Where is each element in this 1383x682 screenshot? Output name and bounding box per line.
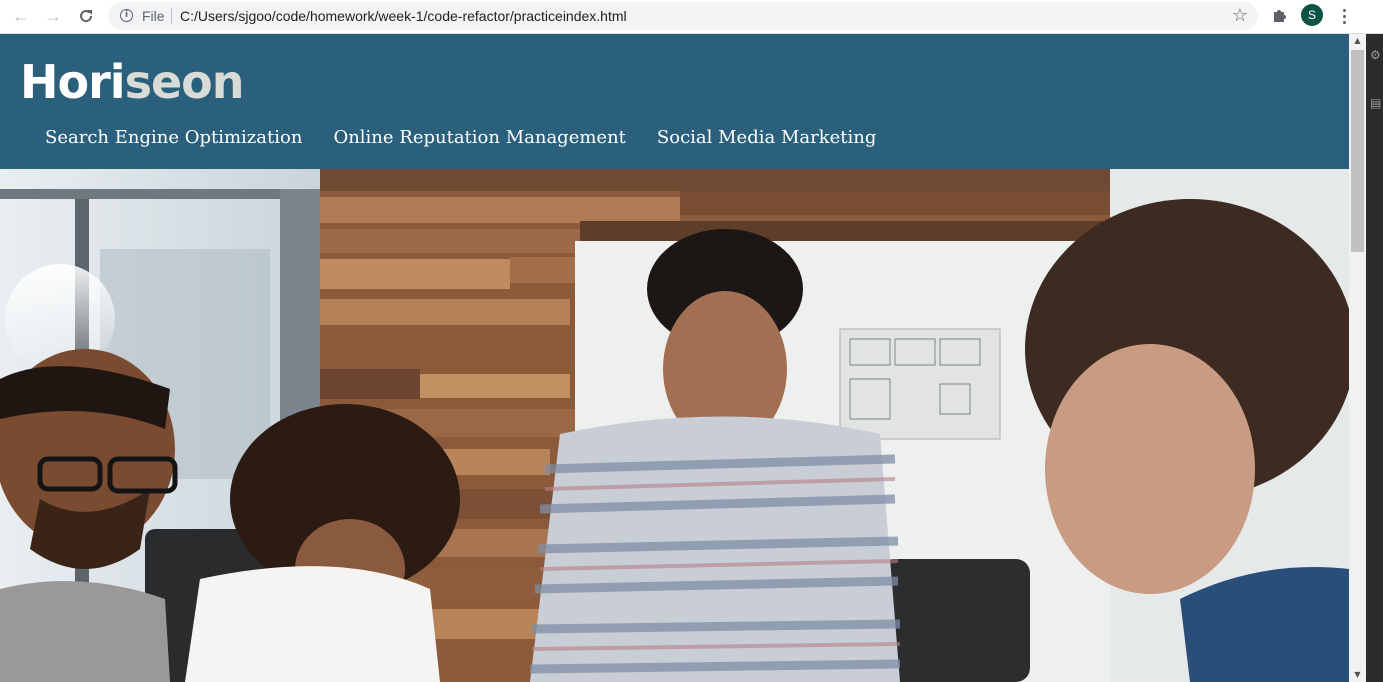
main-nav: Search Engine Optimization Online Reputa… [45,123,876,153]
browser-toolbar: ← → i File C:/Users/sjgoo/code/homework/… [0,0,1383,34]
hero-photo-illustration [0,169,1349,682]
logo-part-accent: seon [124,55,245,109]
scroll-down-arrow-icon[interactable]: ▼ [1349,668,1366,682]
nav-link-social-media[interactable]: Social Media Marketing [657,123,876,153]
kebab-menu-icon[interactable] [1334,6,1354,26]
reload-button[interactable] [73,4,99,28]
nav-link-seo[interactable]: Search Engine Optimization [45,123,302,153]
forward-button[interactable]: → [40,4,66,28]
star-icon[interactable]: ☆ [1232,5,1248,26]
side-panel-strip: ⚙ ▤ [1366,34,1383,682]
address-bar[interactable]: i File C:/Users/sjgoo/code/homework/week… [108,2,1258,30]
omnibox-divider [171,8,172,24]
site-header: Horiseon Search Engine Optimization Onli… [0,34,1349,169]
hero-image [0,169,1349,682]
arrow-right-icon: → [44,5,62,26]
url-text[interactable]: C:/Users/sjgoo/code/homework/week-1/code… [180,8,627,24]
nav-link-reputation[interactable]: Online Reputation Management [333,123,625,153]
logo-part-primary: Hori [20,55,126,109]
page-viewport: Horiseon Search Engine Optimization Onli… [0,34,1349,682]
gear-icon[interactable]: ⚙ [1370,48,1382,62]
panel-icon[interactable]: ▤ [1370,96,1382,110]
url-scheme-label: File [142,8,165,24]
arrow-left-icon: ← [12,5,30,26]
back-button[interactable]: ← [8,4,34,28]
profile-avatar[interactable]: S [1301,4,1323,26]
info-icon[interactable]: i [120,9,133,22]
page-scrollbar[interactable]: ▲ ▼ [1349,34,1366,682]
puzzle-icon[interactable] [1270,5,1290,25]
reload-icon [80,10,93,23]
scroll-up-arrow-icon[interactable]: ▲ [1349,34,1366,48]
site-logo: Horiseon [20,52,244,112]
scroll-thumb[interactable] [1351,50,1364,252]
